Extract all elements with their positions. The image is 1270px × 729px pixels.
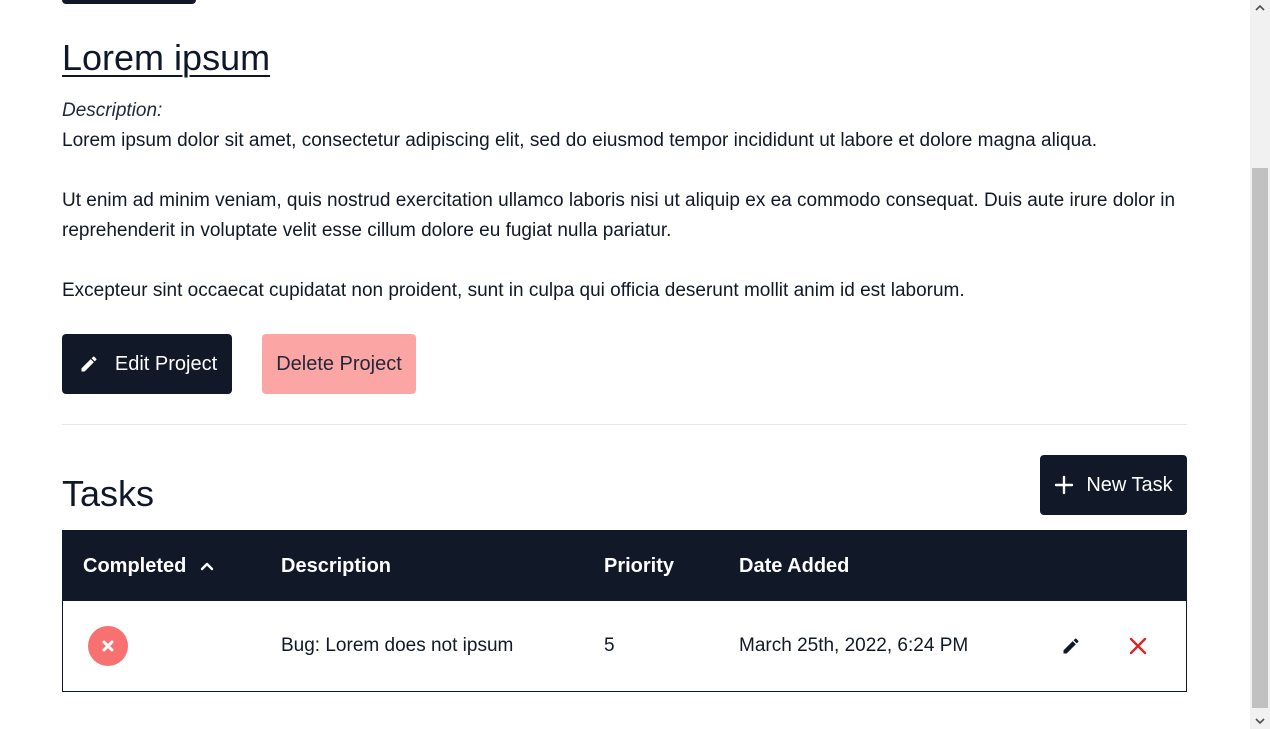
table-row: Bug: Lorem does not ipsum 5 March 25th, … bbox=[63, 601, 1186, 691]
column-header-priority[interactable]: Priority bbox=[604, 531, 674, 601]
delete-project-button[interactable]: Delete Project bbox=[262, 334, 416, 394]
table-header: Completed Description Priority Date Adde… bbox=[63, 531, 1186, 601]
plus-icon bbox=[1054, 475, 1074, 495]
delete-project-label: Delete Project bbox=[276, 352, 402, 375]
column-header-completed[interactable]: Completed bbox=[83, 531, 214, 601]
description-paragraph: Ut enim ad minim veniam, quis nostrud ex… bbox=[62, 190, 1176, 241]
edit-project-button[interactable]: Edit Project bbox=[62, 334, 232, 394]
new-task-button[interactable]: New Task bbox=[1040, 455, 1187, 515]
task-date-added: March 25th, 2022, 6:24 PM bbox=[739, 635, 969, 656]
close-icon bbox=[1129, 637, 1147, 655]
pencil-icon bbox=[79, 354, 99, 374]
edit-task-button[interactable] bbox=[1061, 601, 1081, 691]
scroll-down-arrow-icon[interactable] bbox=[1250, 713, 1270, 729]
vertical-scrollbar[interactable] bbox=[1250, 0, 1270, 729]
project-title[interactable]: Lorem ipsum bbox=[62, 36, 270, 80]
completed-cell bbox=[88, 601, 128, 691]
description-paragraph: Lorem ipsum dolor sit amet, consectetur … bbox=[62, 130, 1098, 151]
description-paragraph: Excepteur sint occaecat cupidatat non pr… bbox=[62, 280, 965, 301]
tasks-heading: Tasks bbox=[62, 473, 155, 514]
task-priority: 5 bbox=[604, 635, 615, 656]
new-task-label: New Task bbox=[1086, 473, 1173, 496]
pencil-icon bbox=[1061, 636, 1081, 656]
delete-task-button[interactable] bbox=[1129, 601, 1147, 691]
top-button-stub[interactable] bbox=[62, 0, 196, 4]
scrollbar-thumb[interactable] bbox=[1252, 168, 1268, 708]
column-header-label: Priority bbox=[604, 554, 675, 577]
section-divider bbox=[62, 424, 1187, 425]
column-header-date-added[interactable]: Date Added bbox=[739, 531, 849, 601]
scroll-up-arrow-icon[interactable] bbox=[1250, 0, 1270, 16]
tasks-table: Completed Description Priority Date Adde… bbox=[62, 530, 1187, 692]
task-description: Bug: Lorem does not ipsum bbox=[281, 635, 514, 656]
column-header-description[interactable]: Description bbox=[281, 531, 391, 601]
description-label: Description: bbox=[62, 100, 163, 121]
x-circle-icon[interactable] bbox=[88, 626, 128, 666]
chevron-up-icon bbox=[200, 559, 214, 573]
edit-project-label: Edit Project bbox=[114, 352, 218, 375]
page: Lorem ipsum Description: Lorem ipsum dol… bbox=[0, 0, 1250, 729]
project-description: Lorem ipsum dolor sit amet, consectetur … bbox=[62, 126, 1177, 336]
column-header-label: Description bbox=[281, 554, 392, 577]
column-header-label: Completed bbox=[83, 554, 187, 577]
column-header-label: Date Added bbox=[739, 554, 850, 577]
